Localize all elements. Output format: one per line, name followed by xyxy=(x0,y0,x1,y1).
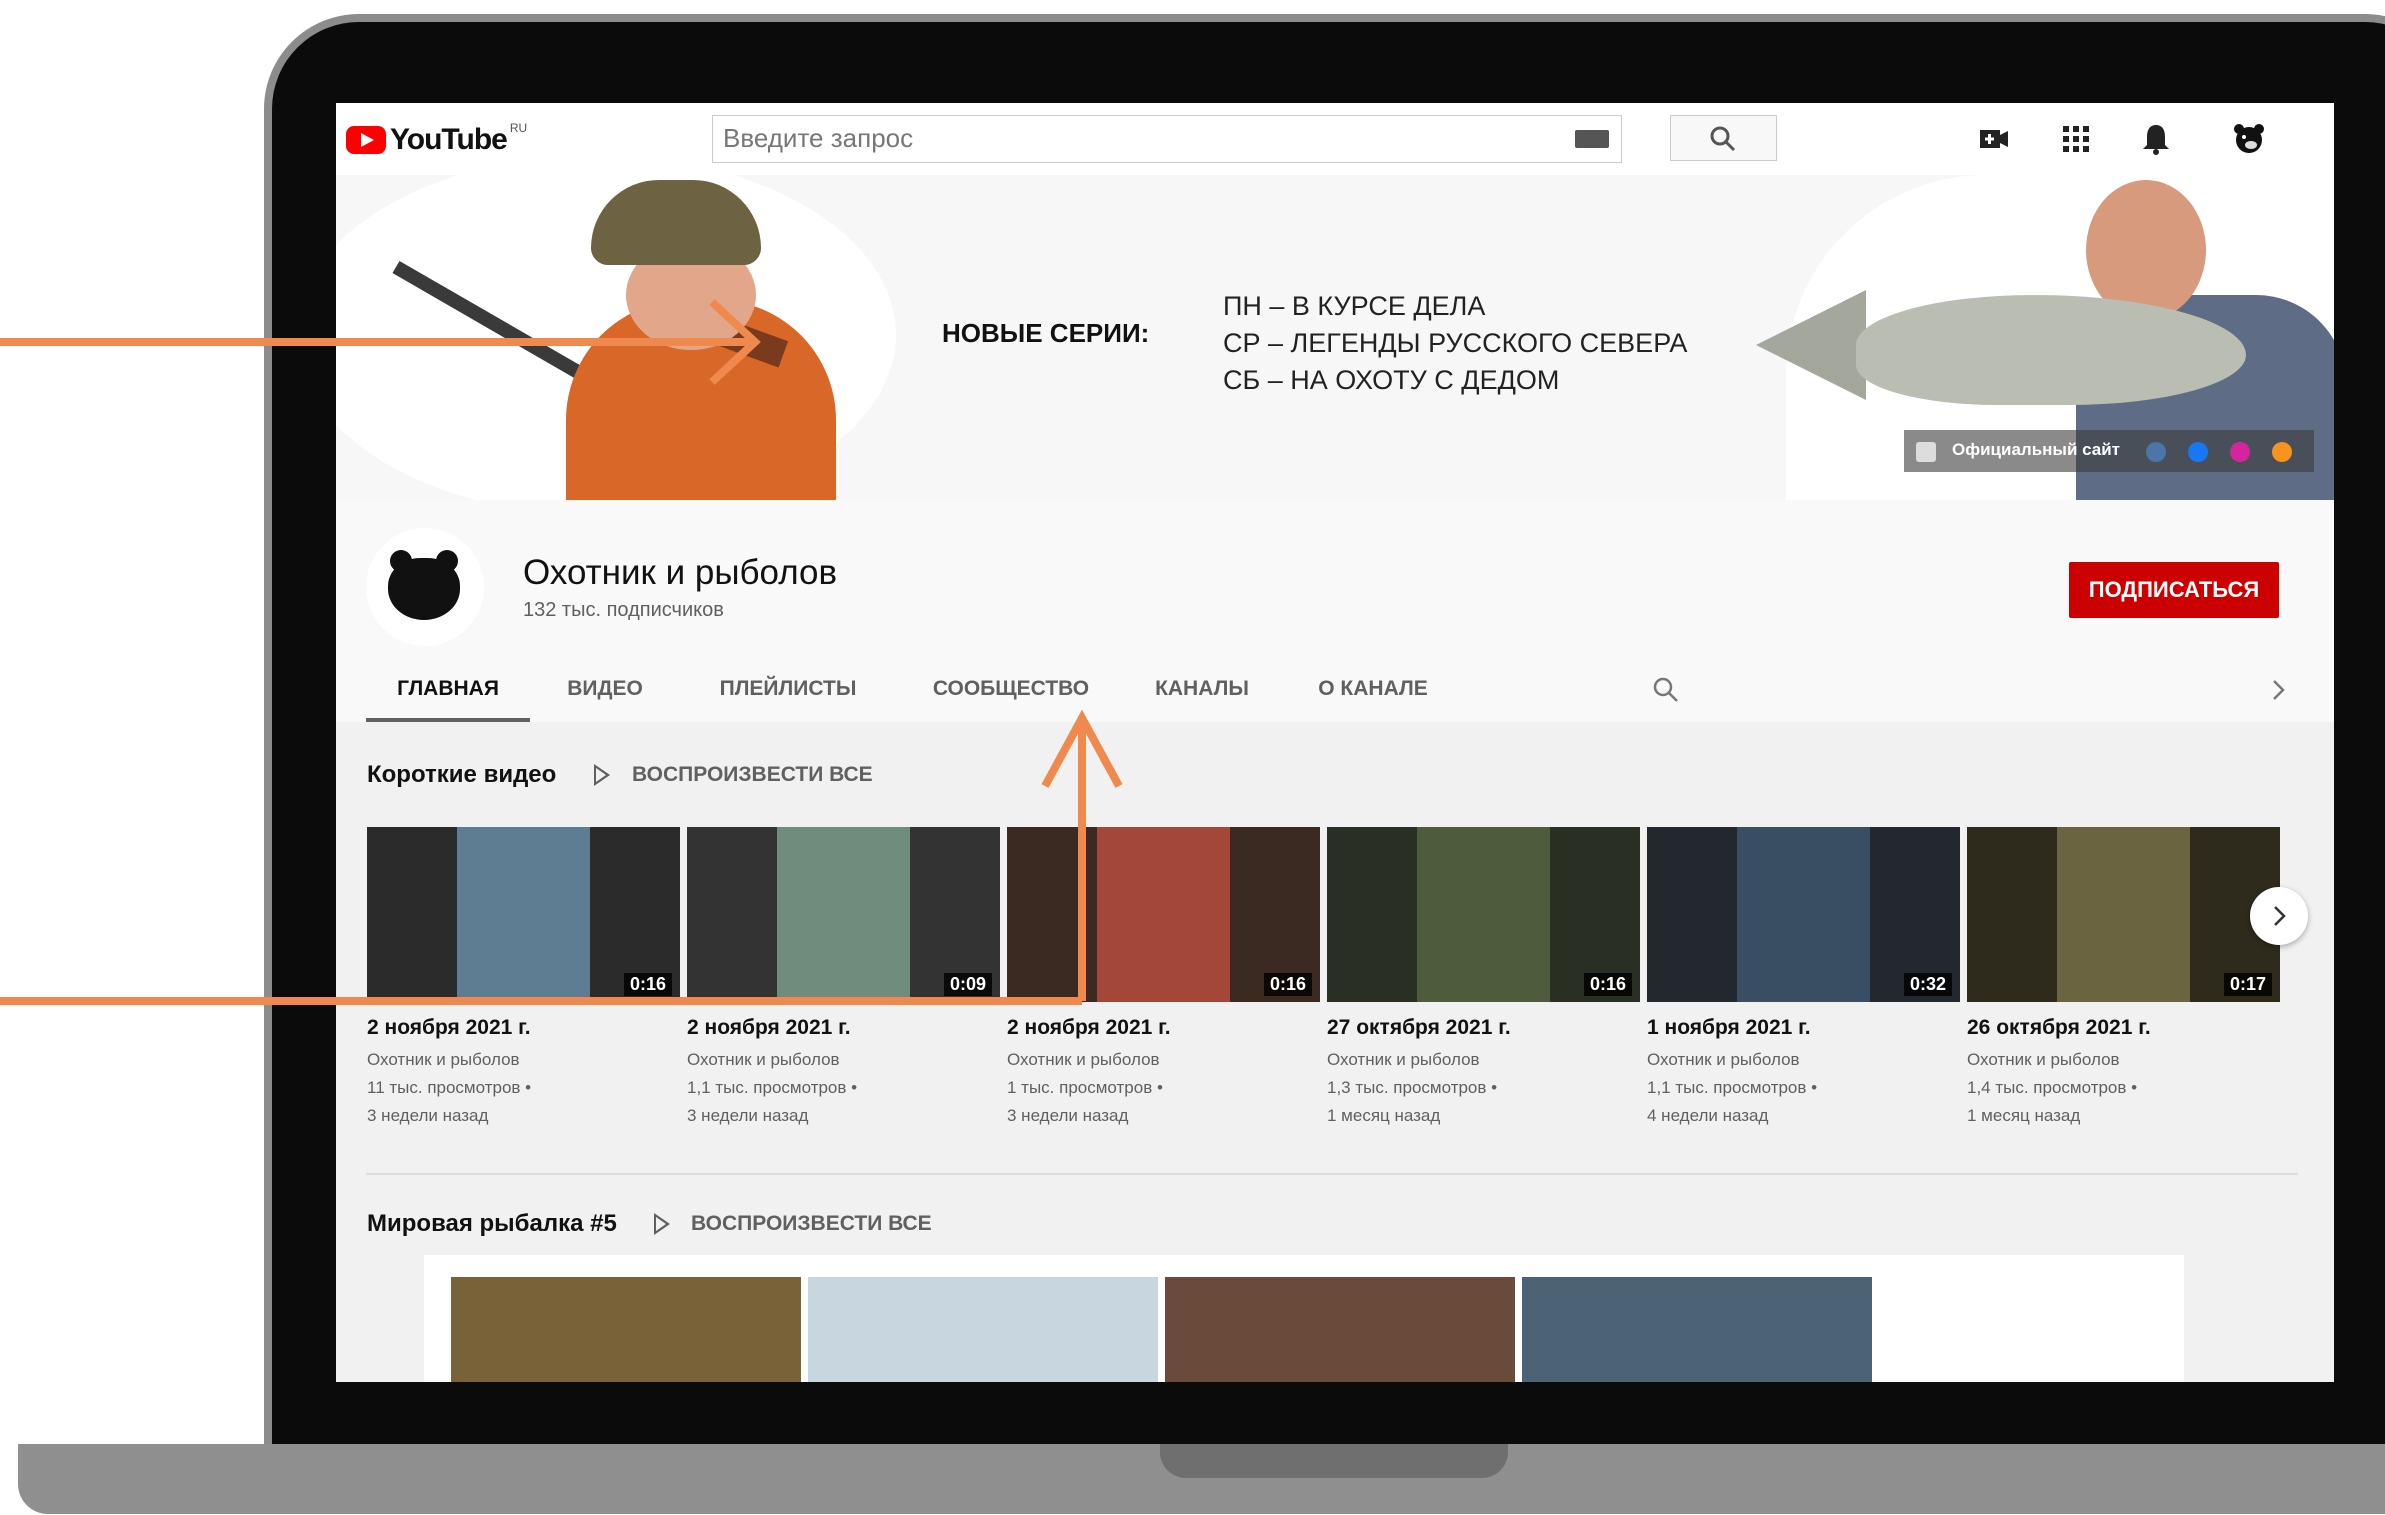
annotation-arrows xyxy=(0,299,1123,1005)
